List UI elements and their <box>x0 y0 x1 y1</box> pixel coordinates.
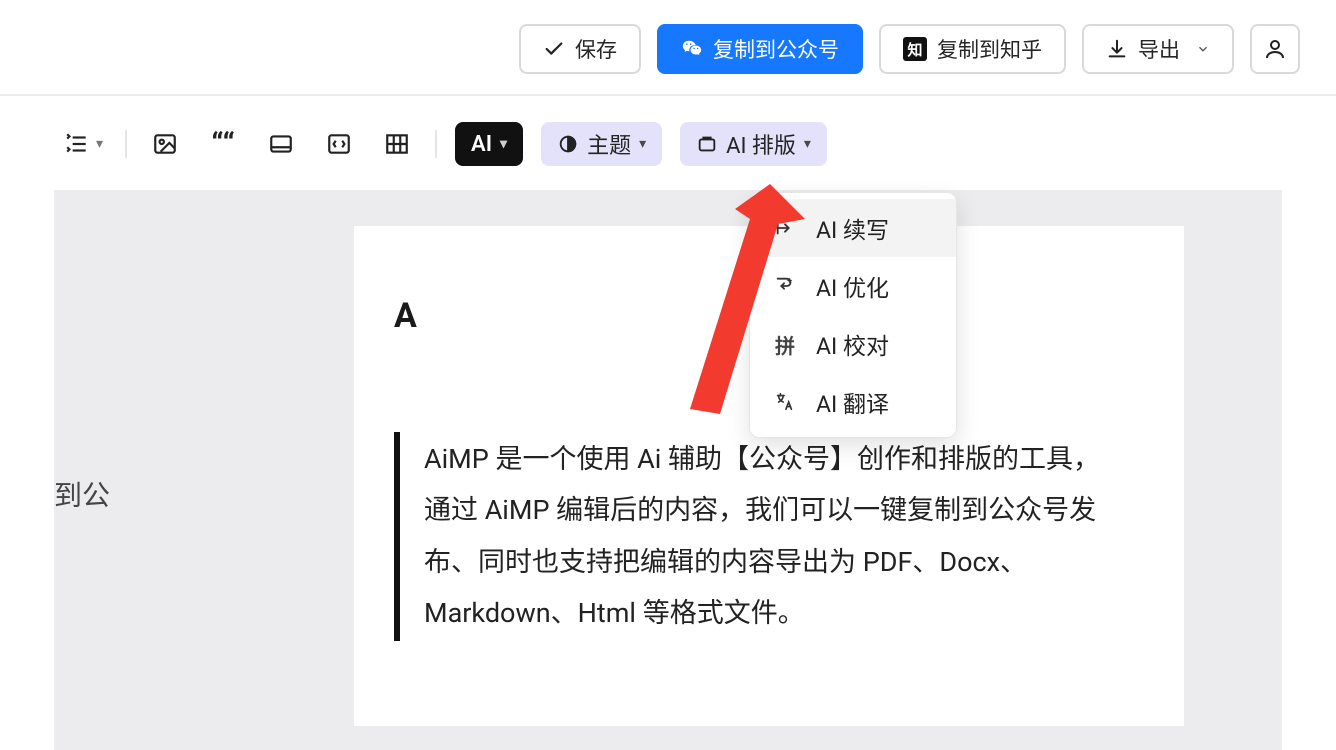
insert-divider-button[interactable] <box>261 124 301 164</box>
ai-menu-translate[interactable]: AI 翻译 <box>750 373 956 431</box>
export-label: 导出 <box>1138 34 1180 64</box>
continue-icon <box>772 217 798 239</box>
document-page[interactable]: A ？ AI 续写 AI 优化 拼 AI 校对 <box>354 226 1184 726</box>
download-icon <box>1106 38 1128 60</box>
insert-code-button[interactable] <box>319 124 359 164</box>
insert-image-button[interactable] <box>145 124 185 164</box>
editor-canvas-wrap: 到公 A ？ AI 续写 AI 优化 拼 <box>0 190 1336 750</box>
editor-toolbar: ▾ ““ AI ▾ 主题 ▾ AI 排版 ▾ <box>0 96 1336 166</box>
ai-menu-item-label: AI 优化 <box>816 269 889 303</box>
ai-menu-proofread[interactable]: 拼 AI 校对 <box>750 315 956 373</box>
zhihu-icon: 知 <box>903 37 927 61</box>
user-icon <box>1263 37 1287 61</box>
toolbar-divider <box>125 130 127 158</box>
copy-zhihu-label: 复制到知乎 <box>937 34 1042 64</box>
account-button[interactable] <box>1250 24 1300 74</box>
chevron-down-icon: ▾ <box>96 136 103 152</box>
chevron-down-icon: ▾ <box>804 136 811 152</box>
check-icon <box>543 38 565 60</box>
copy-to-wechat-button[interactable]: 复制到公众号 <box>657 24 863 74</box>
outline-toggle[interactable]: ▾ <box>60 124 107 164</box>
ai-layout-label: AI 排版 <box>726 128 796 160</box>
ai-dropdown-button[interactable]: AI ▾ <box>455 122 523 166</box>
editor-canvas: 到公 A ？ AI 续写 AI 优化 拼 <box>54 190 1282 750</box>
toolbar-divider <box>435 130 437 158</box>
contrast-icon <box>557 133 579 155</box>
chevron-down-icon: ▾ <box>500 136 507 152</box>
ai-menu-continue[interactable]: AI 续写 <box>750 199 956 257</box>
theme-button[interactable]: 主题 ▾ <box>541 122 662 166</box>
ai-menu-optimize[interactable]: AI 优化 <box>750 257 956 315</box>
ai-badge-label: AI <box>471 132 492 157</box>
ai-dropdown-menu: AI 续写 AI 优化 拼 AI 校对 AI 翻译 <box>749 192 957 438</box>
ai-menu-item-label: AI 翻译 <box>816 385 889 419</box>
quote-block[interactable]: AiMP 是一个使用 Ai 辅助【公众号】创作和排版的工具，通过 AiMP 编辑… <box>394 432 1112 641</box>
save-label: 保存 <box>575 34 617 64</box>
ai-menu-item-label: AI 校对 <box>816 327 889 361</box>
copy-wechat-label: 复制到公众号 <box>713 34 839 64</box>
side-text-fragment: 到公 <box>54 470 110 518</box>
top-action-bar: 保存 复制到公众号 知 复制到知乎 导出 <box>0 0 1336 74</box>
ai-layout-button[interactable]: AI 排版 ▾ <box>680 122 827 166</box>
proofread-icon: 拼 <box>772 330 798 359</box>
optimize-icon <box>772 275 798 297</box>
translate-icon <box>772 391 798 413</box>
chevron-down-icon: ▾ <box>639 136 646 152</box>
ai-menu-item-label: AI 续写 <box>816 211 889 245</box>
wechat-icon <box>681 38 703 60</box>
heading-fragment-left: A <box>394 296 418 336</box>
insert-table-button[interactable] <box>377 124 417 164</box>
insert-quote-button[interactable]: ““ <box>203 124 243 164</box>
export-button[interactable]: 导出 <box>1082 24 1234 74</box>
layout-icon <box>696 133 718 155</box>
chevron-down-icon <box>1196 42 1210 56</box>
quote-text: AiMP 是一个使用 Ai 辅助【公众号】创作和排版的工具，通过 AiMP 编辑… <box>424 443 1100 629</box>
theme-label: 主题 <box>587 128 631 160</box>
copy-to-zhihu-button[interactable]: 知 复制到知乎 <box>879 24 1066 74</box>
save-button[interactable]: 保存 <box>519 24 641 74</box>
